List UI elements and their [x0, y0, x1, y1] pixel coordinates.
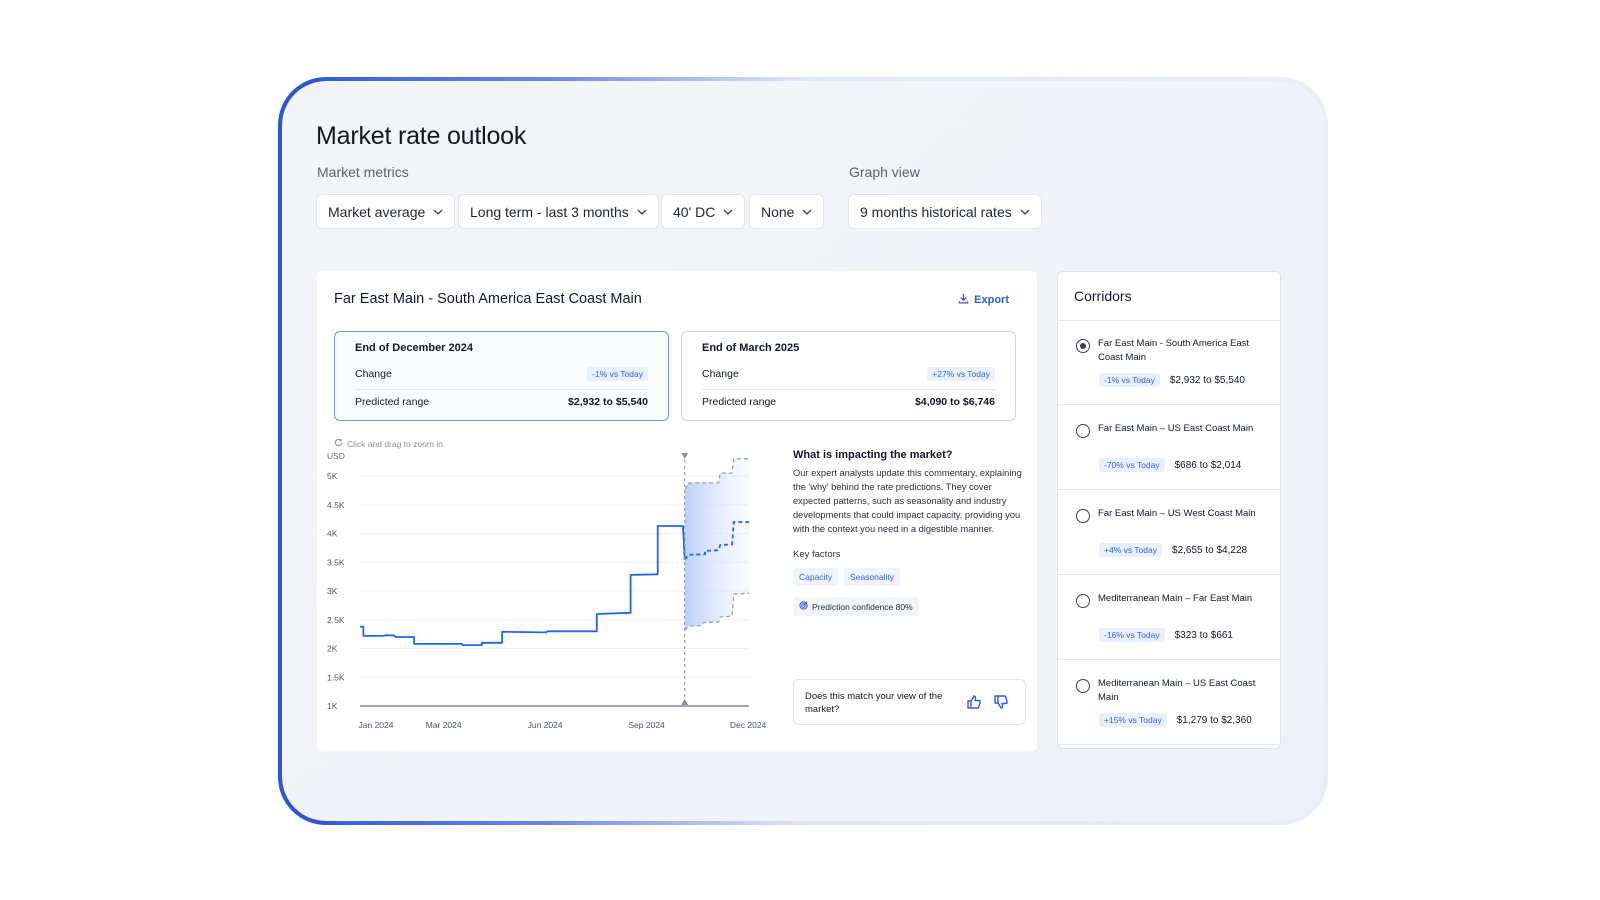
- corridor-change-badge: -1% vs Today: [1099, 373, 1160, 387]
- feedback-box: Does this match your view of the market?: [793, 679, 1026, 725]
- y-axis-unit: USD: [327, 451, 345, 461]
- radio-unselected[interactable]: [1076, 424, 1090, 438]
- comparison-dropdown-value: None: [761, 203, 795, 220]
- target-icon: [799, 601, 808, 612]
- change-label: Change: [702, 368, 739, 380]
- radio-selected[interactable]: [1076, 339, 1090, 353]
- corridor-range: $323 to $661: [1174, 629, 1233, 641]
- corridor-name: Mediterranean Main – Far East Main: [1098, 593, 1253, 604]
- key-factors-label: Key factors: [793, 549, 841, 560]
- export-label: Export: [974, 294, 1009, 306]
- container-dropdown[interactable]: 40' DC: [661, 194, 746, 229]
- metric-dropdown-value: Market average: [328, 203, 426, 220]
- metric-dropdown[interactable]: Market average: [316, 194, 456, 229]
- y-tick-label: 4K: [327, 529, 338, 539]
- chevron-down-icon: [433, 207, 443, 217]
- corridor-range: $686 to $2,014: [1174, 459, 1242, 471]
- download-icon: [958, 293, 969, 307]
- commentary-heading: What is impacting the market?: [793, 449, 953, 461]
- corridor-item[interactable]: Mediterranean Main – US East Coast Main …: [1058, 661, 1280, 745]
- divider: [355, 389, 648, 390]
- thumbs-down-icon[interactable]: [993, 694, 1009, 710]
- graph-view-dropdown-value: 9 months historical rates: [860, 203, 1012, 220]
- corridor-item[interactable]: Far East Main – US East Coast Main -70% …: [1058, 406, 1280, 490]
- corridor-range: $1,279 to $2,360: [1176, 714, 1252, 726]
- radio-unselected[interactable]: [1076, 594, 1090, 608]
- feedback-question: Does this match your view of the market?: [805, 691, 943, 715]
- y-tick-label: 2.5K: [327, 615, 345, 625]
- corridor-change-badge: +4% vs Today: [1099, 543, 1163, 557]
- y-tick-label: 4.5K: [327, 500, 345, 510]
- y-tick-label: 1K: [327, 701, 338, 711]
- corridor-name: Far East Main – US West Coast Main: [1098, 508, 1256, 519]
- y-tick-label: 1.5K: [327, 672, 345, 682]
- period-dropdown-value: Long term - last 3 months: [470, 203, 629, 220]
- y-tick-label: 3.5K: [327, 557, 345, 567]
- y-tick-label: 3K: [327, 586, 338, 596]
- range-value: $2,932 to $5,540: [568, 396, 648, 408]
- graph-view-dropdown[interactable]: 9 months historical rates: [848, 194, 1042, 229]
- radio-unselected[interactable]: [1076, 679, 1090, 693]
- corridors-panel: Corridors Far East Main - South America …: [1057, 271, 1281, 749]
- change-badge: +27% vs Today: [927, 367, 995, 381]
- period-dropdown[interactable]: Long term - last 3 months: [458, 194, 659, 229]
- rate-chart-card: Far East Main - South America East Coast…: [317, 271, 1037, 751]
- today-marker-bottom-icon: [681, 699, 689, 705]
- tag-seasonality: Seasonality: [844, 568, 901, 586]
- commentary-body: Our expert analysts update this commenta…: [793, 468, 1022, 534]
- corridors-title: Corridors: [1074, 288, 1132, 304]
- y-tick-label: 5K: [327, 471, 338, 481]
- chevron-down-icon: [637, 207, 647, 217]
- chevron-down-icon: [1020, 207, 1030, 217]
- container-dropdown-value: 40' DC: [673, 203, 716, 220]
- corridor-title: Far East Main - South America East Coast…: [334, 291, 642, 307]
- export-button[interactable]: Export: [958, 293, 1009, 307]
- x-tick-label: Jun 2024: [528, 720, 563, 730]
- thumbs-up-icon[interactable]: [966, 694, 982, 710]
- forecast-card-march[interactable]: End of March 2025 Change +27% vs Today P…: [681, 331, 1016, 421]
- x-tick-label: Dec 2024: [730, 720, 767, 730]
- range-label: Predicted range: [702, 396, 777, 408]
- range-value: $4,090 to $6,746: [915, 396, 995, 408]
- forecast-title: End of December 2024: [355, 342, 473, 354]
- confidence-text: Prediction confidence 80%: [812, 601, 913, 612]
- x-tick-label: Sep 2024: [628, 720, 665, 730]
- series-historical-rate: [360, 525, 686, 646]
- change-label: Change: [355, 368, 392, 380]
- divider: [702, 389, 995, 390]
- change-badge: -1% vs Today: [587, 367, 648, 381]
- forecast-title: End of March 2025: [702, 342, 800, 354]
- prediction-confidence: Prediction confidence 80%: [793, 597, 919, 616]
- comparison-dropdown[interactable]: None: [749, 194, 825, 229]
- corridor-name: Far East Main – US East Coast Main: [1098, 423, 1254, 434]
- tag-capacity: Capacity: [793, 568, 839, 586]
- market-metrics-label: Market metrics: [317, 164, 409, 180]
- corridor-range: $2,932 to $5,540: [1169, 374, 1245, 386]
- corridor-name: Far East Main - South America East Coast…: [1098, 338, 1250, 363]
- corridor-item[interactable]: Far East Main – US West Coast Main +4% v…: [1058, 491, 1280, 575]
- today-marker-top-icon: [681, 453, 689, 459]
- corridor-change-badge: -16% vs Today: [1099, 628, 1165, 642]
- corridor-item[interactable]: Mediterranean Main – Far East Main -16% …: [1058, 576, 1280, 660]
- chevron-down-icon: [723, 207, 733, 217]
- y-tick-label: 2K: [327, 644, 338, 654]
- x-tick-label: Mar 2024: [426, 720, 462, 730]
- corridor-change-badge: +15% vs Today: [1099, 713, 1167, 727]
- chevron-down-icon: [802, 207, 812, 217]
- graph-view-label: Graph view: [849, 164, 920, 180]
- x-tick-label: Jan 2024: [359, 720, 394, 730]
- radio-unselected[interactable]: [1076, 509, 1090, 523]
- forecast-card-december[interactable]: End of December 2024 Change -1% vs Today…: [334, 331, 669, 421]
- corridor-range: $2,655 to $4,228: [1172, 544, 1248, 556]
- market-commentary: What is impacting the market? Our expert…: [793, 449, 1028, 616]
- corridor-name: Mediterranean Main – US East Coast Main: [1098, 678, 1256, 703]
- rate-chart[interactable]: USD 1K 1.5K 2K 2.5K 3K 3.5K 4K 4.5K 5K Jan 2024 Mar…: [317, 446, 777, 746]
- corridor-item[interactable]: Far East Main - South America East Coast…: [1058, 321, 1280, 405]
- corridor-change-badge: -70% vs Today: [1099, 458, 1165, 472]
- range-label: Predicted range: [355, 396, 430, 408]
- prediction-band: [684, 458, 749, 631]
- page-title: Market rate outlook: [316, 122, 527, 150]
